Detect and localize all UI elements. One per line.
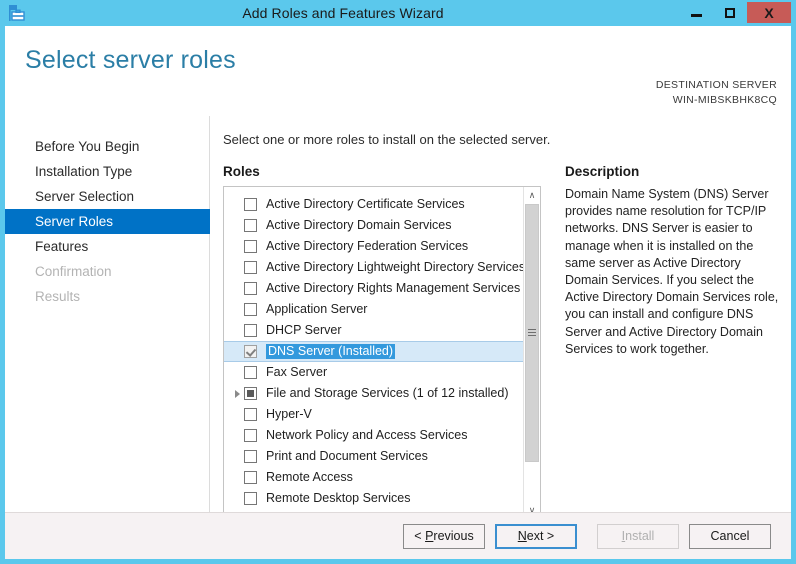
role-label: File and Storage Services (1 of 12 insta… — [266, 386, 509, 400]
body-area: Before You Begin Installation Type Serve… — [5, 116, 791, 528]
role-label: Active Directory Rights Management Servi… — [266, 281, 521, 295]
role-row[interactable]: Application Server — [224, 299, 523, 320]
role-checkbox[interactable] — [244, 429, 257, 442]
role-row[interactable]: Active Directory Federation Services — [224, 236, 523, 257]
role-row[interactable]: Active Directory Domain Services — [224, 215, 523, 236]
role-row[interactable]: DNS Server (Installed) — [224, 341, 523, 362]
role-label: Remote Access — [266, 470, 353, 484]
role-row[interactable]: DHCP Server — [224, 320, 523, 341]
role-checkbox[interactable] — [244, 261, 257, 274]
role-row[interactable]: Fax Server — [224, 362, 523, 383]
role-label: Active Directory Federation Services — [266, 239, 469, 253]
content-pane: Select one or more roles to install on t… — [211, 116, 791, 528]
role-row[interactable]: Remote Desktop Services — [224, 488, 523, 509]
scroll-up-icon[interactable]: ∧ — [524, 187, 540, 204]
title-bar: Add Roles and Features Wizard X — [0, 0, 796, 26]
description-section-label: Description — [565, 164, 640, 179]
scrollbar-grip-icon — [528, 329, 536, 337]
sidebar-item-server-roles[interactable]: Server Roles — [5, 209, 210, 234]
roles-list: Active Directory Certificate Services Act… — [224, 187, 523, 519]
role-label: Network Policy and Access Services — [266, 428, 468, 442]
window-title: Add Roles and Features Wizard — [242, 5, 444, 21]
previous-button[interactable]: < Previous — [403, 523, 485, 549]
role-checkbox[interactable] — [244, 240, 257, 253]
sidebar-item-server-selection[interactable]: Server Selection — [5, 184, 209, 209]
role-row[interactable]: File and Storage Services (1 of 12 insta… — [224, 383, 523, 404]
role-row[interactable]: Active Directory Rights Management Servi… — [224, 278, 523, 299]
roles-section-label: Roles — [223, 164, 260, 179]
role-label: Active Directory Lightweight Directory S… — [266, 260, 523, 274]
window-controls: X — [680, 1, 792, 25]
role-row[interactable]: Remote Access — [224, 467, 523, 488]
wizard-window: Add Roles and Features Wizard X Select s… — [0, 0, 796, 564]
sidebar-item-features[interactable]: Features — [5, 234, 209, 259]
role-checkbox[interactable] — [244, 492, 257, 505]
scrollbar-thumb[interactable] — [525, 204, 539, 462]
server-manager-icon — [8, 4, 26, 22]
previous-button-label: < Previous — [414, 529, 474, 543]
cancel-button-label: Cancel — [710, 529, 750, 543]
sidebar-item-installation-type[interactable]: Installation Type — [5, 159, 209, 184]
next-button-label: Next > — [517, 529, 555, 543]
destination-server-label: DESTINATION SERVER — [655, 79, 777, 91]
role-label: Print and Document Services — [266, 449, 428, 463]
role-row[interactable]: Active Directory Certificate Services — [224, 194, 523, 215]
install-button-label: Install — [621, 529, 655, 543]
instruction-text: Select one or more roles to install on t… — [223, 132, 551, 147]
roles-scrollbar[interactable]: ∧ ∨ — [523, 187, 540, 519]
sidebar-item-results: Results — [35, 289, 81, 304]
role-row[interactable]: Print and Document Services — [224, 446, 523, 467]
role-checkbox — [244, 345, 257, 358]
scrollbar-track[interactable] — [524, 204, 540, 502]
destination-server-name: WIN-MIBSKBHK8CQ — [672, 94, 777, 106]
wizard-step-nav: Before You Begin Installation Type Serve… — [5, 116, 210, 528]
role-label: DHCP Server — [266, 323, 342, 337]
role-row[interactable]: Network Policy and Access Services — [224, 425, 523, 446]
role-checkbox[interactable] — [244, 366, 257, 379]
description-panel: Domain Name System (DNS) Server provides… — [565, 186, 781, 358]
role-label: Remote Desktop Services — [266, 491, 411, 505]
role-label: Active Directory Certificate Services — [266, 197, 465, 211]
role-checkbox[interactable] — [244, 303, 257, 316]
role-checkbox[interactable] — [244, 282, 257, 295]
client-area: Select server roles DESTINATION SERVER W… — [5, 26, 791, 559]
page-header: Select server roles DESTINATION SERVER W… — [5, 26, 791, 106]
roles-listbox[interactable]: Active Directory Certificate Services Act… — [223, 186, 541, 520]
role-label: Hyper-V — [266, 407, 312, 421]
minimize-button[interactable] — [680, 1, 713, 24]
maximize-button[interactable] — [713, 1, 746, 24]
role-label: Active Directory Domain Services — [266, 218, 452, 232]
install-button: Install — [597, 523, 679, 549]
next-button[interactable]: Next > — [495, 523, 577, 549]
role-checkbox[interactable] — [244, 450, 257, 463]
role-checkbox[interactable] — [244, 471, 257, 484]
close-button[interactable]: X — [746, 1, 792, 24]
role-checkbox[interactable] — [244, 198, 257, 211]
role-row[interactable]: Hyper-V — [224, 404, 523, 425]
role-checkbox[interactable] — [244, 219, 257, 232]
expand-chevron-icon[interactable] — [230, 389, 244, 398]
cancel-button[interactable]: Cancel — [689, 523, 771, 549]
wizard-footer: < Previous Next > Install Cancel — [5, 512, 791, 559]
role-checkbox — [244, 387, 257, 400]
role-label: Application Server — [266, 302, 368, 316]
page-title: Select server roles — [25, 46, 236, 74]
destination-server: DESTINATION SERVER WIN-MIBSKBHK8CQ — [656, 78, 777, 108]
minimize-icon — [691, 13, 702, 17]
triangle-right-icon — [234, 389, 240, 398]
role-checkbox[interactable] — [244, 324, 257, 337]
role-row[interactable]: Active Directory Lightweight Directory S… — [224, 257, 523, 278]
description-text: Domain Name System (DNS) Server provides… — [565, 187, 779, 356]
role-label: DNS Server (Installed) — [266, 344, 396, 359]
role-label: Fax Server — [266, 365, 328, 379]
role-checkbox[interactable] — [244, 408, 257, 421]
sidebar-item-before-you-begin[interactable]: Before You Begin — [5, 134, 209, 159]
sidebar-item-confirmation: Confirmation — [35, 264, 112, 279]
maximize-icon — [724, 7, 735, 18]
